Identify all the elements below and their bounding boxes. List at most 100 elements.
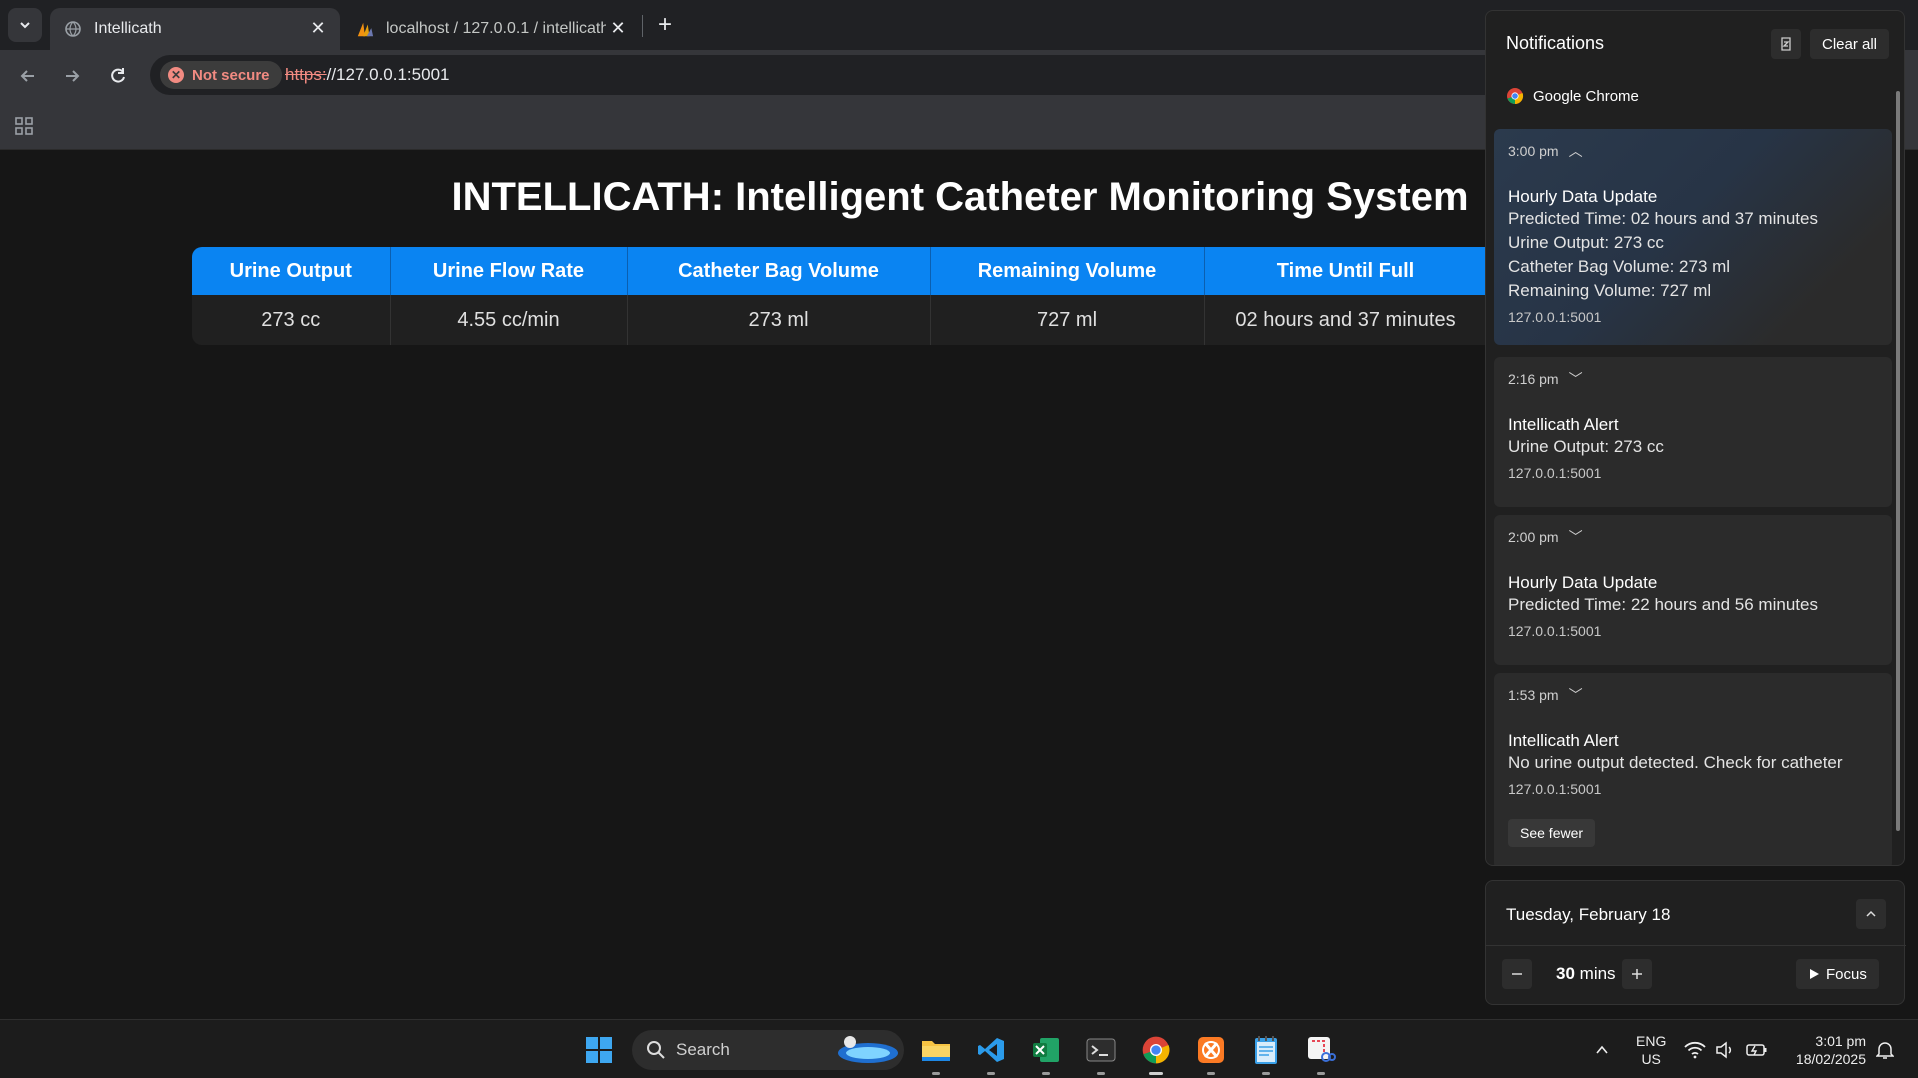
notification-time: 2:16 pm xyxy=(1508,371,1559,387)
battery-icon[interactable] xyxy=(1744,1034,1770,1066)
calendar-panel: Tuesday, February 18 30 mins Focus xyxy=(1485,880,1906,1005)
notification-title: Intellicath Alert xyxy=(1508,415,1619,434)
see-fewer-button[interactable]: See fewer xyxy=(1508,819,1596,847)
notification-origin: 127.0.0.1:5001 xyxy=(1508,465,1602,481)
notification-title: Hourly Data Update xyxy=(1508,573,1658,592)
notifications-scrollbar[interactable] xyxy=(1896,91,1900,831)
input-language[interactable]: ENG US xyxy=(1636,1032,1666,1068)
forward-button[interactable] xyxy=(56,60,88,92)
chevron-down-icon[interactable]: ﹀ xyxy=(1569,527,1583,547)
chevron-down-icon[interactable]: ﹀ xyxy=(1569,685,1583,705)
new-tab-button[interactable]: + xyxy=(650,10,680,40)
chevron-up-icon xyxy=(1866,910,1876,917)
search-highlight-icon xyxy=(838,1036,898,1063)
apps-grid-icon[interactable] xyxy=(14,116,34,136)
vscode-icon[interactable] xyxy=(975,1034,1007,1066)
focus-minutes: 30 xyxy=(1556,964,1575,983)
notification-title: Intellicath Alert xyxy=(1508,731,1619,750)
terminal-icon[interactable] xyxy=(1085,1034,1117,1066)
chrome-taskbar-icon[interactable] xyxy=(1140,1034,1172,1066)
excel-icon[interactable] xyxy=(1030,1034,1062,1066)
focus-duration: 30 mins xyxy=(1556,964,1616,984)
header-remaining-volume: Remaining Volume xyxy=(930,247,1205,295)
chrome-icon xyxy=(1507,88,1524,105)
calendar-collapse-button[interactable] xyxy=(1856,899,1886,929)
chevron-down-icon xyxy=(20,22,30,29)
lang-code: ENG xyxy=(1636,1033,1667,1049)
notification-card[interactable]: 2:16 pm ﹀ Intellicath Alert Urine Output… xyxy=(1494,357,1892,507)
taskbar-clock[interactable]: 3:01 pm 18/02/2025 xyxy=(1780,1032,1866,1068)
warning-icon: ✕ xyxy=(168,67,184,83)
active-indicator xyxy=(1149,1072,1163,1075)
running-indicator xyxy=(1097,1072,1105,1075)
notification-origin: 127.0.0.1:5001 xyxy=(1508,781,1602,797)
notification-card[interactable]: 1:53 pm ﹀ Intellicath Alert No urine out… xyxy=(1494,673,1892,865)
focus-start-button[interactable]: Focus xyxy=(1796,959,1879,989)
notification-card[interactable]: 2:00 pm ﹀ Hourly Data Update Predicted T… xyxy=(1494,515,1892,665)
not-secure-chip[interactable]: ✕ Not secure xyxy=(160,61,282,89)
notification-body: Predicted Time: 02 hours and 37 minutes … xyxy=(1508,209,1818,300)
wifi-icon[interactable] xyxy=(1682,1034,1708,1066)
tray-overflow-icon[interactable] xyxy=(1586,1034,1618,1066)
do-not-disturb-button[interactable] xyxy=(1771,29,1801,59)
focus-increase-button[interactable] xyxy=(1622,959,1652,989)
volume-icon[interactable] xyxy=(1712,1034,1738,1066)
taskbar: Search ENG US 3:01 pm 18/02/2025 xyxy=(0,1019,1918,1078)
notification-time-row[interactable]: 2:16 pm ﹀ xyxy=(1508,369,1878,389)
minus-icon xyxy=(1512,973,1522,975)
clock-time: 3:01 pm xyxy=(1815,1033,1866,1049)
chevron-down-icon[interactable]: ﹀ xyxy=(1569,369,1583,389)
focus-decrease-button[interactable] xyxy=(1502,959,1532,989)
calendar-date: Tuesday, February 18 xyxy=(1506,905,1671,924)
phpmyadmin-icon xyxy=(356,20,374,38)
clear-all-button[interactable]: Clear all xyxy=(1810,29,1890,59)
url-scheme: https: xyxy=(285,65,327,84)
taskbar-search[interactable]: Search xyxy=(632,1030,904,1070)
notification-body: Urine Output: 273 cc xyxy=(1508,437,1664,456)
clock-date: 18/02/2025 xyxy=(1795,1051,1866,1067)
notification-time: 3:00 pm xyxy=(1508,143,1559,159)
running-indicator xyxy=(1262,1072,1270,1075)
back-button[interactable] xyxy=(12,60,44,92)
chevron-up-icon[interactable]: ︿ xyxy=(1569,141,1583,161)
notification-bell-icon[interactable] xyxy=(1872,1034,1898,1066)
tab-intellicath[interactable]: Intellicath ✕ xyxy=(50,8,340,50)
cell-urine-flow-rate: 4.55 cc/min xyxy=(390,295,628,345)
notification-body: Predicted Time: 22 hours and 56 minutes xyxy=(1508,595,1818,614)
cell-time-until-full: 02 hours and 37 minutes xyxy=(1204,295,1488,345)
reload-button[interactable] xyxy=(102,60,134,92)
cell-catheter-bag-volume: 273 ml xyxy=(627,295,931,345)
running-indicator xyxy=(1042,1072,1050,1075)
notepad-icon[interactable] xyxy=(1250,1034,1282,1066)
search-icon xyxy=(647,1041,665,1059)
page-title: INTELLICATH: Intelligent Catheter Monito… xyxy=(451,175,1469,219)
reload-icon xyxy=(111,68,125,83)
focus-label: Focus xyxy=(1826,965,1867,983)
address-bar[interactable]: ✕ Not secure https://127.0.0.1:5001 xyxy=(150,55,1550,95)
running-indicator xyxy=(1207,1072,1215,1075)
notification-time-row[interactable]: 3:00 pm ︿ xyxy=(1508,141,1878,161)
close-tab-icon[interactable]: ✕ xyxy=(608,18,628,38)
url-text[interactable]: https://127.0.0.1:5001 xyxy=(285,65,449,85)
app-name: Google Chrome xyxy=(1533,87,1639,105)
notification-origin: 127.0.0.1:5001 xyxy=(1508,309,1602,325)
plus-icon xyxy=(1632,969,1642,979)
xampp-icon[interactable] xyxy=(1195,1034,1227,1066)
notification-time-row[interactable]: 2:00 pm ﹀ xyxy=(1508,527,1878,547)
notification-time-row[interactable]: 1:53 pm ﹀ xyxy=(1508,685,1878,705)
close-tab-icon[interactable]: ✕ xyxy=(308,18,328,38)
play-icon xyxy=(1810,969,1819,979)
notifications-title: Notifications xyxy=(1506,33,1605,53)
header-urine-output: Urine Output xyxy=(192,247,391,295)
notification-card[interactable]: 3:00 pm ︿ Hourly Data Update Predicted T… xyxy=(1494,129,1892,345)
tab-separator xyxy=(642,15,643,37)
table-row: 273 cc 4.55 cc/min 273 ml 727 ml 02 hour… xyxy=(192,295,1488,345)
tab-title: localhost / 127.0.0.1 / intellicath xyxy=(386,20,606,37)
tab-phpmyadmin[interactable]: localhost / 127.0.0.1 / intellicath ✕ xyxy=(350,8,640,50)
start-button[interactable] xyxy=(583,1034,615,1066)
table-header-row: Urine Output Urine Flow Rate Catheter Ba… xyxy=(192,247,1488,295)
globe-icon xyxy=(64,20,82,38)
snipping-tool-icon[interactable] xyxy=(1305,1034,1337,1066)
file-explorer-icon[interactable] xyxy=(920,1034,952,1066)
tab-search-button[interactable] xyxy=(8,8,42,42)
